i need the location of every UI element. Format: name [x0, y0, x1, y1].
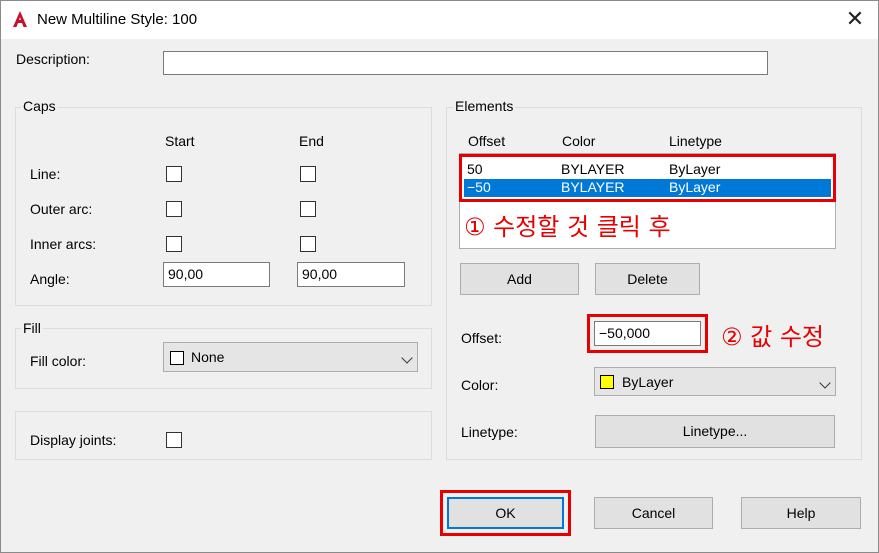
angle-end-input[interactable]: 90,00 [297, 262, 405, 287]
fill-color-select[interactable]: None [163, 342, 418, 372]
color-swatch-icon [170, 351, 184, 365]
fill-color-label: Fill color: [30, 353, 87, 369]
new-multiline-style-dialog: New Multiline Style: 100 ✕ Description: … [0, 0, 879, 553]
element-color-select[interactable]: ByLayer [594, 367, 836, 396]
linetype-label: Linetype: [461, 424, 518, 440]
inner-arcs-start-checkbox[interactable] [166, 236, 182, 252]
caps-end-header: End [299, 133, 324, 149]
caps-angle-label: Angle: [30, 271, 70, 287]
display-joints-checkbox[interactable] [166, 432, 182, 448]
elements-legend: Elements [453, 98, 516, 114]
elements-header-linetype: Linetype [669, 133, 722, 149]
description-label: Description: [16, 51, 90, 67]
angle-start-input[interactable]: 90,00 [163, 262, 270, 287]
outer-arc-end-checkbox[interactable] [300, 201, 316, 217]
cancel-button[interactable]: Cancel [594, 497, 713, 529]
annotation-step1: ① 수정할 것 클릭 후 [464, 213, 671, 241]
ok-button[interactable]: OK [447, 497, 564, 529]
element-color-value: ByLayer [622, 374, 674, 390]
inner-arcs-end-checkbox[interactable] [300, 236, 316, 252]
offset-label: Offset: [461, 330, 502, 346]
close-icon[interactable]: ✕ [832, 1, 878, 39]
color-label: Color: [461, 377, 499, 393]
title-bar: New Multiline Style: 100 ✕ [1, 1, 878, 39]
fill-color-value: None [191, 349, 225, 365]
window-title: New Multiline Style: 100 [37, 11, 198, 28]
caps-start-header: Start [165, 133, 195, 149]
outer-arc-start-checkbox[interactable] [166, 201, 182, 217]
yellow-swatch-icon [600, 375, 614, 389]
chevron-down-icon [401, 352, 413, 364]
display-joints-label: Display joints: [30, 432, 117, 448]
caps-outer-arc-label: Outer arc: [30, 201, 93, 217]
chevron-down-icon [819, 377, 831, 389]
elements-header-color: Color [562, 133, 596, 149]
fill-legend: Fill [21, 320, 43, 336]
line-start-checkbox[interactable] [166, 166, 182, 182]
highlight-offset-input [587, 314, 708, 353]
line-end-checkbox[interactable] [300, 166, 316, 182]
caps-legend: Caps [21, 98, 58, 114]
autocad-a-icon [13, 11, 27, 27]
linetype-button[interactable]: Linetype... [595, 415, 835, 448]
caps-line-label: Line: [30, 166, 61, 182]
annotation-step2: ② 값 수정 [721, 323, 825, 351]
caps-inner-arcs-label: Inner arcs: [30, 236, 97, 252]
delete-button[interactable]: Delete [595, 263, 700, 295]
add-button[interactable]: Add [460, 263, 579, 295]
elements-header-offset: Offset [468, 133, 506, 149]
description-input[interactable] [163, 51, 768, 75]
help-button[interactable]: Help [741, 497, 861, 529]
highlight-elements-rows [459, 154, 836, 202]
